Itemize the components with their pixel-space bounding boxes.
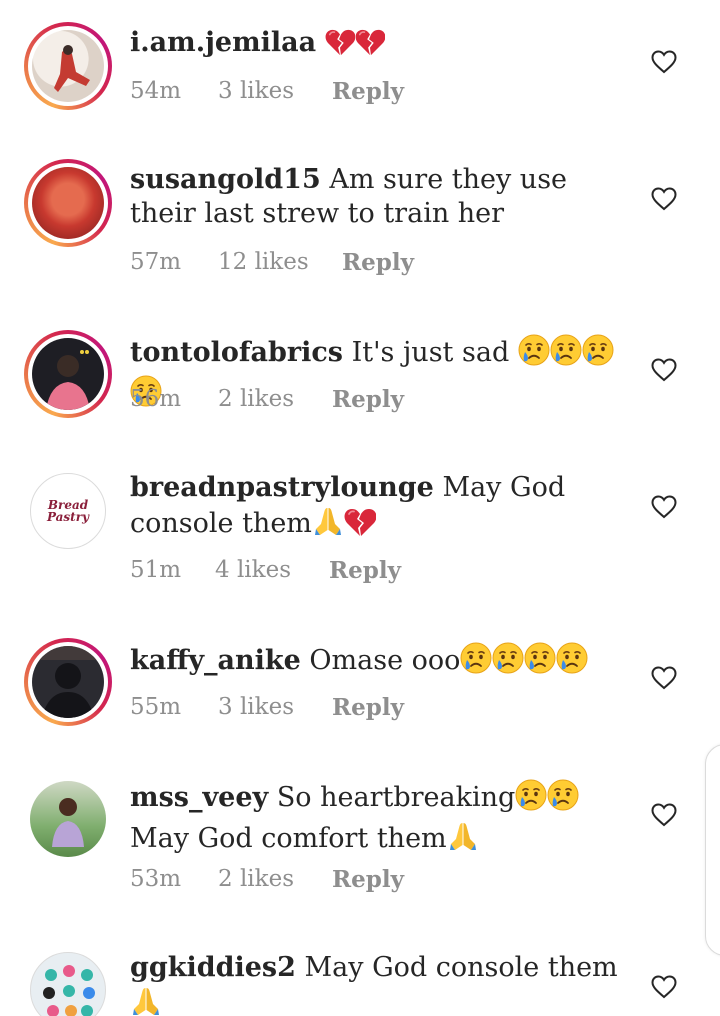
comment-username[interactable]: ggkiddies2 — [130, 952, 296, 983]
crying-face-icon — [556, 642, 588, 683]
comment-text: It's just sad — [351, 337, 510, 368]
crying-face-icon — [492, 642, 524, 683]
folded-hands-icon — [312, 505, 344, 546]
comment-text: Omase ooo — [309, 645, 461, 676]
edge-panel-handle[interactable] — [705, 744, 720, 956]
broken-heart-icon — [355, 28, 385, 65]
broken-heart-icon — [344, 507, 376, 546]
comment-like-count[interactable]: 3 likes — [218, 694, 332, 721]
avatar-story-ring[interactable] — [24, 22, 112, 110]
comment-like-count[interactable]: 2 likes — [218, 386, 332, 413]
comment-like-count[interactable]: 2 likes — [218, 866, 332, 893]
folded-hands-icon — [130, 985, 162, 1016]
avatar — [30, 952, 106, 1016]
folded-hands-icon — [447, 820, 479, 861]
comment-timestamp: 55m — [130, 694, 182, 720]
reply-button[interactable]: Reply — [332, 694, 404, 721]
avatar-story-ring[interactable] — [24, 638, 112, 726]
bakery-logo: Pastry — [46, 510, 90, 524]
broken-heart-icon — [325, 28, 355, 65]
like-heart-icon[interactable] — [651, 975, 677, 999]
comment-timestamp: 53m — [130, 866, 182, 892]
comment-text: So heartbreaking — [276, 782, 516, 813]
comment-timestamp: 51m — [130, 557, 182, 583]
reply-button[interactable]: Reply — [332, 78, 404, 105]
comment-like-count[interactable]: 3 likes — [218, 78, 332, 105]
avatar — [32, 30, 104, 102]
like-heart-icon[interactable] — [651, 495, 677, 519]
reply-button[interactable]: Reply — [332, 866, 404, 893]
avatar — [32, 338, 104, 410]
avatar-container[interactable]: Bread Pastry — [24, 467, 112, 555]
crying-face-icon — [550, 334, 582, 375]
comment-timestamp: 56m — [130, 386, 182, 412]
avatar-container[interactable] — [24, 946, 112, 1016]
reply-button[interactable]: Reply — [332, 386, 404, 413]
crying-face-icon — [547, 779, 579, 820]
avatar-container[interactable] — [24, 775, 112, 863]
like-heart-icon[interactable] — [651, 666, 677, 690]
crying-face-icon — [524, 642, 556, 683]
comment-username[interactable]: kaffy_anike — [130, 645, 301, 676]
comment-like-count[interactable]: 4 likes — [215, 557, 329, 584]
comment-like-count[interactable]: 12 likes — [218, 249, 342, 276]
crying-face-icon — [518, 334, 550, 375]
comment-text: May God comfort them — [130, 823, 447, 854]
avatar — [32, 167, 104, 239]
like-heart-icon[interactable] — [651, 50, 677, 74]
reply-button[interactable]: Reply — [329, 557, 401, 584]
comment-username[interactable]: tontolofabrics — [130, 337, 343, 368]
avatar-story-ring[interactable] — [24, 159, 112, 247]
crying-face-icon — [582, 334, 614, 375]
like-heart-icon[interactable] — [651, 187, 677, 211]
comment-timestamp: 57m — [130, 249, 182, 275]
reply-button[interactable]: Reply — [342, 249, 414, 276]
like-heart-icon[interactable] — [651, 803, 677, 827]
comment-username[interactable]: breadnpastrylounge — [130, 472, 434, 503]
avatar: Bread Pastry — [30, 473, 106, 549]
like-heart-icon[interactable] — [651, 358, 677, 382]
crying-face-icon — [460, 642, 492, 683]
comment-username[interactable]: susangold15 — [130, 164, 321, 195]
avatar — [30, 781, 106, 857]
comment-text: May God console them — [304, 952, 618, 983]
crying-face-icon — [515, 779, 547, 820]
avatar — [32, 646, 104, 718]
comment-username[interactable]: mss_veey — [130, 782, 268, 813]
avatar-story-ring[interactable] — [24, 330, 112, 418]
comment-username[interactable]: i.am.jemilaa — [130, 27, 316, 58]
comment-timestamp: 54m — [130, 78, 182, 104]
